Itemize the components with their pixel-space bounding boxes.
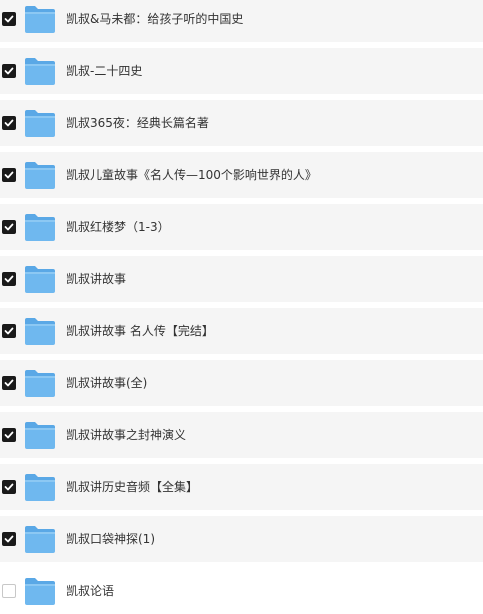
folder-name[interactable]: 凯叔红楼梦（1-3） [66, 218, 170, 236]
folder-row[interactable]: 凯叔讲故事 名人传【完结】 [0, 308, 483, 354]
folder-row[interactable]: 凯叔&马未都：给孩子听的中国史 [0, 0, 483, 42]
row-checkbox[interactable] [2, 272, 16, 286]
folder-icon [24, 368, 56, 398]
folder-icon [24, 4, 56, 34]
row-checkbox[interactable] [2, 584, 16, 598]
folder-name[interactable]: 凯叔讲故事之封神演义 [66, 426, 186, 444]
folder-row[interactable]: 凯叔讲故事 [0, 256, 483, 302]
folder-name[interactable]: 凯叔讲历史音频【全集】 [66, 478, 198, 496]
folder-icon [24, 420, 56, 450]
folder-name[interactable]: 凯叔口袋神探(1) [66, 530, 155, 548]
folder-row[interactable]: 凯叔儿童故事《名人传—100个影响世界的人》 [0, 152, 483, 198]
folder-name[interactable]: 凯叔论语 [66, 582, 114, 600]
folder-name[interactable]: 凯叔&马未都：给孩子听的中国史 [66, 10, 243, 28]
folder-icon [24, 108, 56, 138]
folder-icon [24, 56, 56, 86]
row-checkbox[interactable] [2, 116, 16, 130]
folder-icon [24, 316, 56, 346]
row-checkbox[interactable] [2, 324, 16, 338]
folder-row[interactable]: 凯叔论语 [0, 568, 483, 614]
folder-row[interactable]: 凯叔讲故事(全) [0, 360, 483, 406]
folder-name[interactable]: 凯叔儿童故事《名人传—100个影响世界的人》 [66, 166, 317, 184]
folder-list: 凯叔&马未都：给孩子听的中国史 凯叔-二十四史 凯叔365夜：经典长篇名著 凯叔… [0, 0, 483, 614]
folder-row[interactable]: 凯叔讲故事之封神演义 [0, 412, 483, 458]
folder-icon [24, 212, 56, 242]
row-checkbox[interactable] [2, 480, 16, 494]
folder-name[interactable]: 凯叔讲故事 名人传【完结】 [66, 322, 214, 340]
folder-icon [24, 160, 56, 190]
folder-name[interactable]: 凯叔365夜：经典长篇名著 [66, 114, 209, 132]
row-checkbox[interactable] [2, 376, 16, 390]
folder-icon [24, 264, 56, 294]
folder-row[interactable]: 凯叔-二十四史 [0, 48, 483, 94]
folder-row[interactable]: 凯叔讲历史音频【全集】 [0, 464, 483, 510]
row-checkbox[interactable] [2, 532, 16, 546]
folder-row[interactable]: 凯叔365夜：经典长篇名著 [0, 100, 483, 146]
row-checkbox[interactable] [2, 12, 16, 26]
folder-name[interactable]: 凯叔-二十四史 [66, 62, 142, 80]
row-checkbox[interactable] [2, 428, 16, 442]
row-checkbox[interactable] [2, 64, 16, 78]
folder-icon [24, 472, 56, 502]
folder-name[interactable]: 凯叔讲故事(全) [66, 374, 147, 392]
row-checkbox[interactable] [2, 220, 16, 234]
folder-row[interactable]: 凯叔红楼梦（1-3） [0, 204, 483, 250]
row-checkbox[interactable] [2, 168, 16, 182]
folder-icon [24, 576, 56, 606]
folder-icon [24, 524, 56, 554]
folder-name[interactable]: 凯叔讲故事 [66, 270, 126, 288]
folder-row[interactable]: 凯叔口袋神探(1) [0, 516, 483, 562]
